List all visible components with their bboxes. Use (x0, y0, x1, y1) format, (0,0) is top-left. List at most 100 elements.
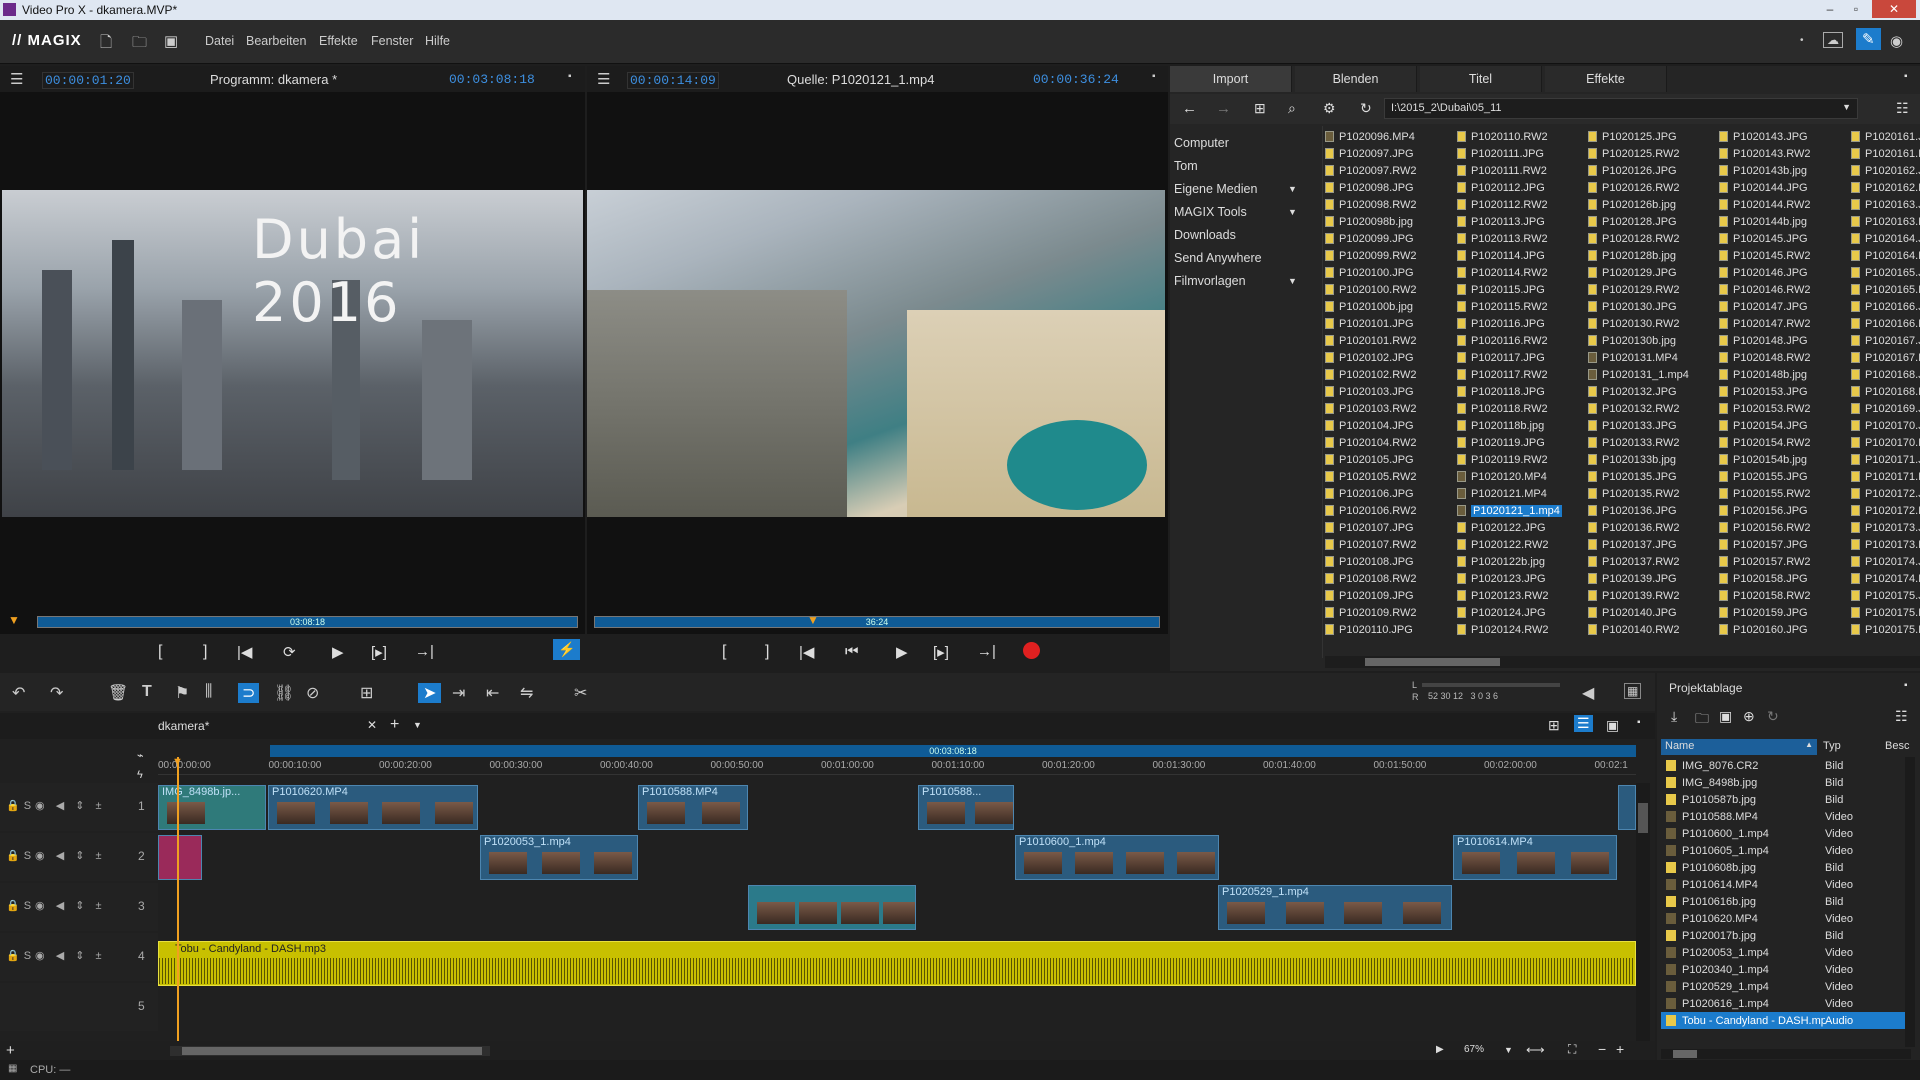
file-item[interactable]: P1020168.JP (1851, 366, 1920, 383)
timeline-clip[interactable]: IMG_8498b.jp... (158, 785, 266, 830)
tab-effekte[interactable]: Effekte (1545, 66, 1667, 92)
bin-vertical-scrollbar[interactable] (1905, 757, 1915, 1047)
audio-clip[interactable]: Tobu - Candyland - DASH.mp3 (158, 941, 1636, 986)
file-item[interactable]: P1020125.RW2 (1588, 145, 1689, 162)
go-to-end-icon[interactable]: →| (415, 643, 434, 660)
file-item[interactable]: P1020098b.jpg (1325, 213, 1416, 230)
file-item[interactable]: P1020145.RW2 (1719, 247, 1810, 264)
mark-in-icon[interactable]: [ (158, 643, 162, 661)
file-item[interactable]: P1020108.RW2 (1325, 570, 1416, 587)
file-item[interactable]: P1020114.JPG (1457, 247, 1562, 264)
file-item[interactable]: P1020103.JPG (1325, 383, 1416, 400)
previous-frame-icon[interactable]: ⏮ (845, 643, 859, 660)
maximize-icon[interactable]: ▪ (1152, 71, 1156, 82)
maximize-icon[interactable]: ▪ (1637, 717, 1641, 728)
menu-hilfe[interactable]: Hilfe (425, 34, 450, 48)
file-item[interactable]: P1020157.RW2 (1719, 553, 1810, 570)
menu-bearbeiten[interactable]: Bearbeiten (246, 34, 306, 48)
file-item[interactable]: P1020146.JPG (1719, 264, 1810, 281)
file-item[interactable]: P1020124.JPG (1457, 604, 1562, 621)
chevron-down-icon[interactable]: ▼ (1288, 207, 1297, 217)
file-item[interactable]: P1020144.JPG (1719, 179, 1810, 196)
trim-tool-icon[interactable]: ⇤ (486, 683, 499, 703)
nav-magix-tools[interactable]: MAGIX Tools (1174, 205, 1247, 219)
file-item[interactable]: P1020175.R (1851, 604, 1920, 621)
file-item[interactable]: P1020165.JP (1851, 264, 1920, 281)
file-item[interactable]: P1020171.R (1851, 468, 1920, 485)
file-item[interactable]: P1020117.JPG (1457, 349, 1562, 366)
file-item[interactable]: P1020123.JPG (1457, 570, 1562, 587)
file-item[interactable]: P1020136.JPG (1588, 502, 1689, 519)
text-icon[interactable]: T (142, 683, 152, 701)
file-item[interactable]: P1020100.RW2 (1325, 281, 1416, 298)
next-marker-icon[interactable]: [▸] (371, 643, 387, 661)
file-item[interactable]: P1020137.JPG (1588, 536, 1689, 553)
refresh-icon[interactable]: ↻ (1767, 708, 1779, 725)
path-field[interactable]: I:\2015_2\Dubai\05_11 ▼ (1384, 98, 1858, 119)
file-item[interactable]: P1020164.JP (1851, 230, 1920, 247)
folder-tree-icon[interactable]: ⊞ (1254, 100, 1266, 117)
timeline-clip[interactable] (1618, 785, 1636, 830)
file-item[interactable]: P1020154.JPG (1719, 417, 1810, 434)
file-item[interactable]: P1020153.RW2 (1719, 400, 1810, 417)
file-item[interactable]: P1020133.RW2 (1588, 434, 1689, 451)
bin-row[interactable]: P1010587b.jpg Bild (1661, 791, 1905, 808)
vertical-scrollbar[interactable] (1636, 783, 1650, 1043)
file-item[interactable]: P1020105.RW2 (1325, 468, 1416, 485)
file-item[interactable]: P1020166.JP (1851, 298, 1920, 315)
file-item[interactable]: P1020126.RW2 (1588, 179, 1689, 196)
maximize-icon[interactable]: ▪ (1904, 680, 1908, 691)
storyboard-icon[interactable]: ⊞ (1548, 717, 1560, 734)
scrollbar-thumb[interactable] (1638, 803, 1648, 833)
file-item[interactable]: P1020103.RW2 (1325, 400, 1416, 417)
bin-row[interactable]: P1020340_1.mp4 Video (1661, 961, 1905, 978)
nav-send-anywhere[interactable]: Send Anywhere (1174, 251, 1262, 265)
playhead-marker-icon[interactable]: ▼ (8, 613, 20, 627)
track-controls-icon[interactable]: 🔒S◉ ◀ ⇕ ± (6, 799, 106, 812)
settings-icon[interactable]: ◉ (1890, 32, 1903, 50)
import-icon[interactable]: ⤓ (1671, 708, 1677, 725)
bin-row[interactable]: P1010605_1.mp4 Video (1661, 842, 1905, 859)
file-item[interactable]: P1020121.MP4 (1457, 485, 1562, 502)
timeline-clip[interactable]: P1020529_1.mp4 (1218, 885, 1452, 930)
file-item[interactable]: P1020136.RW2 (1588, 519, 1689, 536)
file-item[interactable]: P1020107.JPG (1325, 519, 1416, 536)
file-item[interactable]: P1020110.JPG (1325, 621, 1416, 638)
file-item[interactable]: P1020118.JPG (1457, 383, 1562, 400)
file-list-scrollbar[interactable] (1325, 656, 1920, 668)
file-item[interactable]: P1020115.JPG (1457, 281, 1562, 298)
menu-icon[interactable]: ☰ (10, 70, 23, 88)
speaker-icon[interactable]: ◀ (1582, 683, 1594, 703)
file-item[interactable]: P1020160.JPG (1719, 621, 1810, 638)
program-scrub-bar[interactable]: 03:08:18 (37, 616, 578, 628)
file-item[interactable]: P1020163.R (1851, 213, 1920, 230)
file-item[interactable]: P1020167.R (1851, 349, 1920, 366)
file-item[interactable]: P1020153.JPG (1719, 383, 1810, 400)
delete-icon[interactable]: 🗑 (108, 683, 128, 703)
loop-icon[interactable]: ⟳ (283, 643, 296, 661)
preview-mode-icon[interactable]: ⚡ (553, 639, 581, 660)
file-item[interactable]: P1020097.RW2 (1325, 162, 1416, 179)
file-item[interactable]: P1020096.MP4 (1325, 128, 1416, 145)
file-item[interactable]: P1020114.RW2 (1457, 264, 1562, 281)
ripple-icon[interactable]: ⊃ (238, 683, 260, 703)
range-bar[interactable]: 00:03:08:18 (270, 745, 1636, 757)
scene-mode-icon[interactable]: ▣ (1606, 717, 1619, 734)
file-item[interactable]: P1020116.JPG (1457, 315, 1562, 332)
bin-row[interactable]: P1020017b.jpg Bild (1661, 927, 1905, 944)
nav-tom[interactable]: Tom (1174, 159, 1198, 173)
file-item[interactable]: P1020112.RW2 (1457, 196, 1562, 213)
file-item[interactable]: P1020100.JPG (1325, 264, 1416, 281)
cloud-icon[interactable]: ☁ (1823, 32, 1843, 48)
file-item[interactable]: P1020118.RW2 (1457, 400, 1562, 417)
file-item[interactable]: P1020175.JP (1851, 587, 1920, 604)
grid-icon[interactable]: ▦ (1624, 683, 1642, 699)
maximize-button[interactable]: ▫ (1844, 0, 1868, 18)
edit-mode-icon[interactable]: ✎ (1856, 28, 1881, 50)
redo-icon[interactable]: ↷ (50, 683, 63, 703)
file-item[interactable]: P1020111.JPG (1457, 145, 1562, 162)
file-item[interactable]: P1020144.RW2 (1719, 196, 1810, 213)
menu-effekte[interactable]: Effekte (319, 34, 358, 48)
minimize-button[interactable]: – (1818, 0, 1842, 18)
file-item[interactable]: P1020106.RW2 (1325, 502, 1416, 519)
